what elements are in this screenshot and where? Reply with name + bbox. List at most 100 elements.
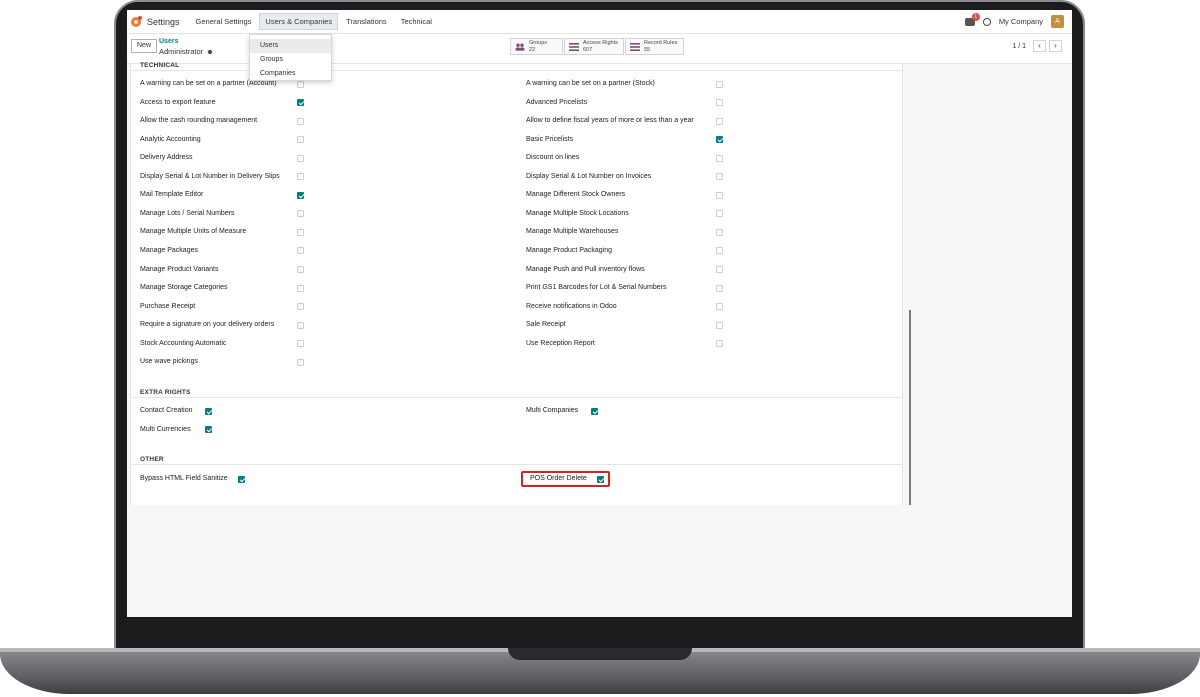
groups-smart-button[interactable]: Groups 22 [510,38,563,55]
field-label-mail-template-editor: Mail Template Editor [140,191,204,199]
checkbox-print-gs1-barcodes-for-lot-serial-numbers[interactable] [716,284,723,292]
checkbox-advanced-pricelists[interactable] [716,99,723,107]
record-rules-smart-button[interactable]: Record Rules 55 [625,38,684,55]
checkbox-manage-multiple-warehouses[interactable] [716,228,723,236]
field-label-delivery-address: Delivery Address [140,154,193,162]
chat-icon[interactable]: 1 [964,12,980,26]
menu-general-settings[interactable]: General Settings [190,13,258,30]
menu-users-companies[interactable]: Users & Companies [259,13,339,30]
gear-icon[interactable] [207,49,214,56]
field-label-receive-notifications-in-odoo: Receive notifications in Odoo [526,302,617,310]
checkbox-basic-pricelists[interactable] [716,136,723,144]
new-button[interactable]: New [131,39,158,53]
navbar-systray: 1 My Company A [964,12,1072,28]
checkbox-pos-order-delete[interactable] [597,475,604,483]
dropdown-item-groups[interactable]: Groups [250,53,331,67]
dropdown-item-users[interactable]: Users [250,39,331,53]
field-label-allow-to-define-fiscal-years-of-more-or-less-than-a-year: Allow to define fiscal years of more or … [526,117,694,125]
field-label-manage-packages: Manage Packages [140,246,198,254]
checkbox-contact-creation[interactable] [205,407,212,415]
checkbox-use-reception-report[interactable] [716,340,723,348]
checkbox-multi-currencies[interactable] [205,426,212,433]
odoo-logo-icon[interactable] [131,15,142,27]
list-icon [630,42,640,51]
laptop-notch [508,648,692,660]
checkbox-bypass-html-field-sanitize[interactable] [238,475,245,483]
field-label-allow-the-cash-rounding-management: Allow the cash rounding management [140,117,258,125]
breadcrumb-current: Administrator [159,47,214,56]
access-rights-stat-text: Access Rights 607 [583,40,618,53]
field-label-use-reception-report: Use Reception Report [526,339,595,347]
checkbox-manage-storage-categories[interactable] [297,284,304,292]
record-rules-stat-text: Record Rules 55 [644,40,678,53]
checkbox-sale-receipt[interactable] [716,321,723,329]
checkbox-manage-multiple-units-of-measure[interactable] [297,228,304,236]
form-content: TECHNICAL A warning can be set on a part… [127,62,1072,617]
checkbox-analytic-accounting[interactable] [297,136,304,144]
checkbox-use-wave-pickings[interactable] [297,358,304,366]
field-label-manage-multiple-units-of-measure: Manage Multiple Units of Measure [140,228,247,236]
field-label-manage-multiple-stock-locations: Manage Multiple Stock Locations [526,209,629,217]
pager-next-button[interactable]: › [1049,40,1062,52]
field-label-basic-pricelists: Basic Pricelists [526,135,574,143]
field-label-a-warning-can-be-set-on-a-partner-stock: A warning can be set on a partner (Stock… [526,80,655,87]
users-companies-dropdown: Users Groups Companies [249,34,332,81]
access-rights-smart-button[interactable]: Access Rights 607 [564,38,624,55]
screen: Settings General Settings Users & Compan… [127,10,1072,617]
checkbox-receive-notifications-in-odoo[interactable] [716,303,723,311]
field-label-print-gs1-barcodes-for-lot-serial-numbers: Print GS1 Barcodes for Lot & Serial Numb… [526,284,667,292]
checkbox-access-to-export-feature[interactable] [297,99,304,107]
field-label-display-serial-lot-number-on-invoices: Display Serial & Lot Number on Invoices [526,172,652,180]
field-label-use-wave-pickings: Use wave pickings [140,358,198,366]
checkbox-manage-product-variants[interactable] [297,266,304,273]
chat-badge: 1 [971,12,980,21]
users-icon [515,43,525,51]
form-sheet: TECHNICAL A warning can be set on a part… [130,62,903,505]
checkbox-require-a-signature-on-your-delivery-orders[interactable] [297,321,304,329]
pager: 1 / 1 ‹ › [1012,40,1062,52]
checkbox-allow-the-cash-rounding-management[interactable] [297,117,304,125]
checkbox-purchase-receipt[interactable] [297,303,304,311]
field-label-multi-companies: Multi Companies [526,407,579,414]
checkbox-display-serial-lot-number-in-delivery-slips[interactable] [297,173,304,181]
pager-value[interactable]: 1 / 1 [1012,43,1026,50]
groups-stat-text: Groups 22 [529,40,548,53]
menu-translations[interactable]: Translations [340,13,393,30]
checkbox-manage-product-packaging[interactable] [716,247,723,255]
dropdown-item-companies[interactable]: Companies [250,67,331,81]
checkbox-display-serial-lot-number-on-invoices[interactable] [716,173,723,181]
field-label-analytic-accounting: Analytic Accounting [140,135,201,143]
checkbox-stock-accounting-automatic[interactable] [297,340,304,348]
checkbox-allow-to-define-fiscal-years-of-more-or-less-than-a-year[interactable] [716,117,723,125]
app-name[interactable]: Settings [147,17,180,27]
activity-clock-icon[interactable] [982,17,991,26]
checkbox-multi-companies[interactable] [591,407,598,415]
company-switcher[interactable]: My Company [999,17,1043,26]
scrollbar[interactable] [909,310,911,505]
checkbox-manage-multiple-stock-locations[interactable] [716,210,723,218]
field-label-advanced-pricelists: Advanced Pricelists [526,98,588,106]
checkbox-delivery-address[interactable] [297,154,304,162]
breadcrumb-users[interactable]: Users [159,38,178,45]
checkbox-manage-different-stock-owners[interactable] [716,191,723,199]
pager-previous-button[interactable]: ‹ [1033,40,1046,52]
field-label-discount-on-lines: Discount on lines [526,154,580,162]
field-label-manage-different-stock-owners: Manage Different Stock Owners [526,191,626,199]
checkbox-manage-push-and-pull-inventory-flows[interactable] [716,266,723,273]
field-label-stock-accounting-automatic: Stock Accounting Automatic [140,339,227,347]
menu-technical[interactable]: Technical [395,13,438,30]
record-name: Administrator [159,47,204,56]
checkbox-discount-on-lines[interactable] [716,154,723,162]
checkbox-a-warning-can-be-set-on-a-partner-stock[interactable] [716,80,723,88]
checkbox-mail-template-editor[interactable] [297,191,304,199]
field-label-bypass-html-field-sanitize: Bypass HTML Field Sanitize [140,475,228,482]
section-divider [131,464,902,465]
field-label-access-to-export-feature: Access to export feature [140,98,216,106]
checkbox-a-warning-can-be-set-on-a-partner-account[interactable] [297,80,304,88]
field-label-manage-product-packaging: Manage Product Packaging [526,246,612,254]
checkbox-manage-packages[interactable] [297,247,304,255]
checkbox-manage-lots-serial-numbers[interactable] [297,210,304,218]
user-avatar[interactable]: A [1051,15,1064,28]
field-label-sale-receipt: Sale Receipt [526,321,566,329]
list-icon [569,42,579,51]
